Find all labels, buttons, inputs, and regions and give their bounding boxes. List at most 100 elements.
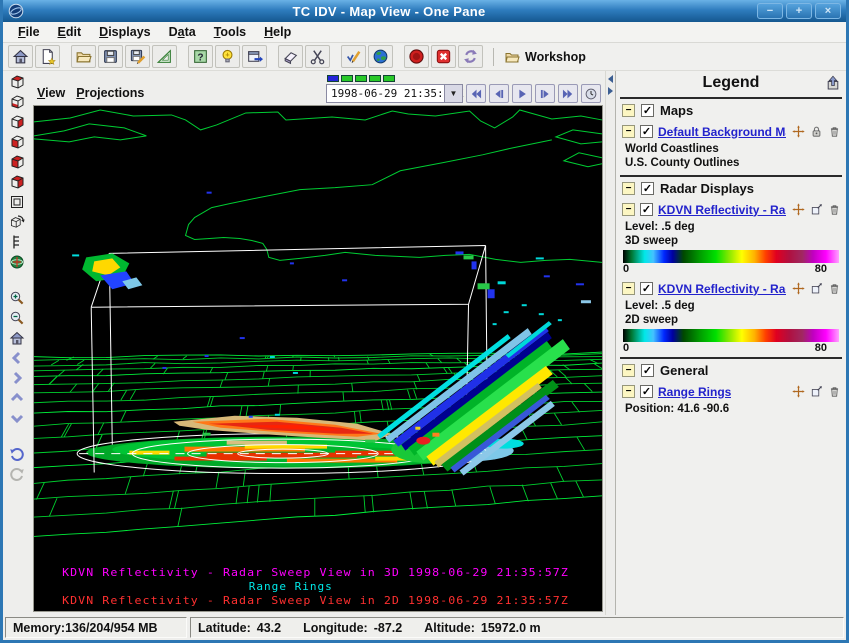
menu-view[interactable]: View [35, 84, 74, 104]
view-south-icon[interactable] [5, 152, 29, 172]
animation-step[interactable] [383, 75, 395, 82]
open-bundle-icon[interactable] [71, 45, 96, 68]
display-link[interactable]: Default Background Maps [658, 125, 786, 139]
rotate-view-icon[interactable] [5, 212, 29, 232]
step-forward-icon[interactable] [535, 84, 555, 103]
display-visibility-checkbox[interactable]: ✓ [640, 125, 653, 138]
float-display-icon[interactable] [809, 385, 823, 399]
collapse-display-button[interactable]: − [622, 385, 635, 398]
reset-view-icon[interactable] [5, 328, 29, 348]
collapse-section-button[interactable]: − [622, 182, 635, 195]
reload-icon[interactable] [458, 45, 483, 68]
menu-data[interactable]: Data [160, 23, 205, 41]
cut-icon[interactable] [305, 45, 330, 68]
play-icon[interactable] [512, 84, 532, 103]
step-back-icon[interactable] [489, 84, 509, 103]
animation-step[interactable] [355, 75, 367, 82]
globe-view-icon[interactable] [5, 252, 29, 272]
collapse-section-button[interactable]: − [622, 104, 635, 117]
drawing-tools-icon[interactable] [152, 45, 177, 68]
view-top-icon[interactable] [5, 72, 29, 92]
collapse-display-button[interactable]: − [622, 282, 635, 295]
maximize-button[interactable]: + [786, 3, 812, 19]
display-visibility-checkbox[interactable]: ✓ [640, 385, 653, 398]
delete-display-icon[interactable] [827, 125, 841, 139]
display-link[interactable]: Range Rings [658, 385, 731, 399]
edit-pen-icon[interactable] [341, 45, 366, 68]
menu-projections[interactable]: Projections [74, 84, 153, 104]
animation-step[interactable] [327, 75, 339, 82]
parallel-view-icon[interactable] [5, 192, 29, 212]
animation-steps[interactable] [327, 75, 395, 82]
display-visibility-checkbox[interactable]: ✓ [640, 282, 653, 295]
time-combo-value[interactable]: 1998-06-29 21:35:57Z [326, 84, 444, 103]
globe-projection-icon[interactable] [368, 45, 393, 68]
view-north-icon[interactable] [5, 112, 29, 132]
field-selector-icon[interactable] [188, 45, 213, 68]
menu-displays[interactable]: Displays [90, 23, 159, 41]
show-dashboard-icon[interactable] [8, 45, 33, 68]
zoom-out-icon[interactable] [5, 308, 29, 328]
float-display-icon[interactable] [809, 203, 823, 217]
collapse-left-icon[interactable] [608, 75, 613, 83]
vertical-scale-icon[interactable] [5, 232, 29, 252]
move-display-icon[interactable] [791, 385, 805, 399]
float-legend-icon[interactable] [824, 75, 841, 92]
move-display-icon[interactable] [791, 125, 805, 139]
save-bundle-as-icon[interactable] [125, 45, 150, 68]
menu-edit[interactable]: Edit [49, 23, 91, 41]
redo-view-icon[interactable] [5, 464, 29, 484]
delete-display-icon[interactable] [827, 385, 841, 399]
view-bottom-icon[interactable] [5, 92, 29, 112]
animation-step[interactable] [369, 75, 381, 82]
menu-file[interactable]: File [9, 23, 49, 41]
display-link[interactable]: KDVN Reflectivity - Radar _ [658, 203, 786, 217]
time-combo-arrow-icon[interactable]: ▼ [444, 84, 463, 103]
data-chooser-icon[interactable] [242, 45, 267, 68]
close-button[interactable]: × [815, 3, 841, 19]
pan-left-icon[interactable] [5, 348, 29, 368]
animation-properties-icon[interactable] [581, 84, 601, 103]
menu-tools[interactable]: Tools [205, 23, 255, 41]
delete-display-icon[interactable] [827, 282, 841, 296]
stop-loads-icon[interactable] [404, 45, 429, 68]
section-visibility-checkbox[interactable]: ✓ [641, 104, 654, 117]
go-to-end-icon[interactable] [558, 84, 578, 103]
collapse-display-button[interactable]: − [622, 203, 635, 216]
go-to-start-icon[interactable] [466, 84, 486, 103]
float-display-icon[interactable] [809, 282, 823, 296]
memory-status: Memory: 136/204/954 MB [5, 617, 187, 638]
pan-down-icon[interactable] [5, 408, 29, 428]
workshop-bundle-button[interactable]: Workshop [504, 49, 586, 65]
collapse-display-button[interactable]: − [622, 125, 635, 138]
remove-all-icon[interactable] [431, 45, 456, 68]
new-bundle-icon[interactable] [35, 45, 60, 68]
zoom-in-icon[interactable] [5, 288, 29, 308]
view-east-icon[interactable] [5, 132, 29, 152]
reflectivity-colorbar[interactable] [623, 329, 839, 342]
minimize-button[interactable]: − [757, 3, 783, 19]
save-bundle-icon[interactable] [98, 45, 123, 68]
menu-help[interactable]: Help [255, 23, 300, 41]
display-visibility-checkbox[interactable]: ✓ [640, 203, 653, 216]
undo-view-icon[interactable] [5, 444, 29, 464]
move-display-icon[interactable] [791, 282, 805, 296]
titlebar[interactable]: TC IDV - Map View - One Pane − + × [3, 0, 846, 22]
section-visibility-checkbox[interactable]: ✓ [641, 364, 654, 377]
collapse-right-icon[interactable] [608, 87, 613, 95]
reflectivity-colorbar[interactable] [623, 250, 839, 263]
move-display-icon[interactable] [791, 203, 805, 217]
split-pane-divider[interactable] [605, 71, 615, 615]
pan-right-icon[interactable] [5, 368, 29, 388]
view-west-icon[interactable] [5, 172, 29, 192]
collapse-section-button[interactable]: − [622, 364, 635, 377]
pan-up-icon[interactable] [5, 388, 29, 408]
delete-display-icon[interactable] [827, 203, 841, 217]
map-3d-canvas[interactable]: KDVN Reflectivity - Radar Sweep View in … [33, 105, 603, 612]
animation-step[interactable] [341, 75, 353, 82]
lock-display-icon[interactable] [809, 125, 823, 139]
tip-of-the-day-icon[interactable] [215, 45, 240, 68]
section-visibility-checkbox[interactable]: ✓ [641, 182, 654, 195]
eraser-icon[interactable] [278, 45, 303, 68]
display-link[interactable]: KDVN Reflectivity - Radar _ [658, 282, 786, 296]
